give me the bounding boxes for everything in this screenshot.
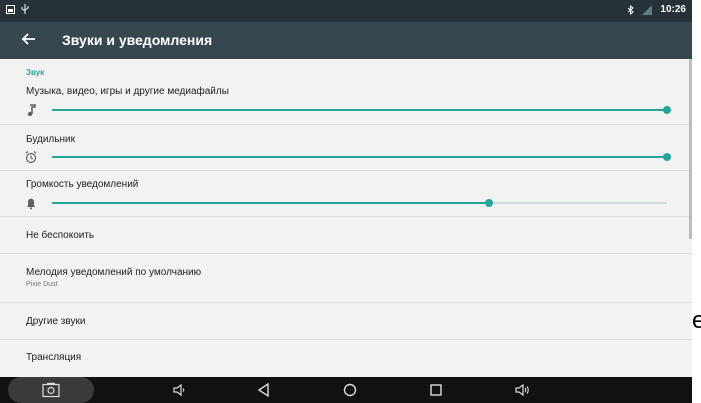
status-right-icons: 10:26 [627,4,686,15]
media-volume-label: Музыка, видео, игры и другие медиафайлы [26,86,229,97]
toolbar: Звуки и уведомления [0,22,692,59]
android-screen: 10:26 Звуки и уведомления Звук Музыка, в… [0,0,692,403]
media-volume-slider[interactable] [52,105,671,115]
arrow-back-icon[interactable] [20,30,38,48]
default-ringtone-label: Мелодия уведомлений по умолчанию [26,267,202,278]
do-not-disturb-row[interactable]: Не беспокоить [0,217,692,253]
slider-fill [52,156,667,158]
status-time: 10:26 [660,4,686,15]
volume-down-icon[interactable] [170,381,188,399]
cast-label: Трансляция [26,352,82,363]
stray-character: e [692,307,701,334]
divider [0,170,692,171]
do-not-disturb-label: Не беспокоить [26,230,95,241]
alarm-volume-label: Будильник [26,134,75,145]
slider-thumb[interactable] [663,106,671,114]
divider [0,124,692,125]
section-header-sound: Звук [26,68,45,77]
slider-thumb[interactable] [663,153,671,161]
slider-thumb[interactable] [484,199,493,207]
bell-icon [27,198,35,210]
home-icon[interactable] [341,381,359,399]
screenshot-button[interactable] [8,377,94,403]
scrollbar[interactable] [689,59,692,239]
alarm-volume-slider[interactable] [52,152,671,162]
bluetooth-icon [628,4,635,15]
other-sounds-row[interactable]: Другие звуки [0,303,692,339]
music-note-icon [27,104,36,117]
volume-up-icon[interactable] [513,381,531,399]
screenshot-icon [42,382,60,398]
default-ringtone-value: Pixie Dust [26,281,58,288]
alarm-icon [25,151,37,164]
status-bar: 10:26 [0,0,692,22]
signal-icon [642,4,653,15]
recents-icon[interactable] [427,381,445,399]
default-ringtone-row[interactable]: Мелодия уведомлений по умолчанию Pixie D… [0,254,692,302]
page-title: Звуки и уведомления [62,32,213,48]
slider-fill [52,202,489,204]
notification-volume-label: Громкость уведомлений [26,179,139,190]
back-icon[interactable] [255,381,273,399]
cast-row[interactable]: Трансляция [0,340,692,377]
status-left-icons [6,4,29,14]
notification-volume-slider[interactable] [52,198,667,208]
navigation-bar [0,377,692,403]
slider-fill [52,109,667,111]
usb-icon [21,4,29,14]
other-sounds-label: Другие звуки [26,316,86,327]
screenshot-icon [6,4,15,14]
settings-content: Звук Музыка, видео, игры и другие медиаф… [0,59,692,377]
